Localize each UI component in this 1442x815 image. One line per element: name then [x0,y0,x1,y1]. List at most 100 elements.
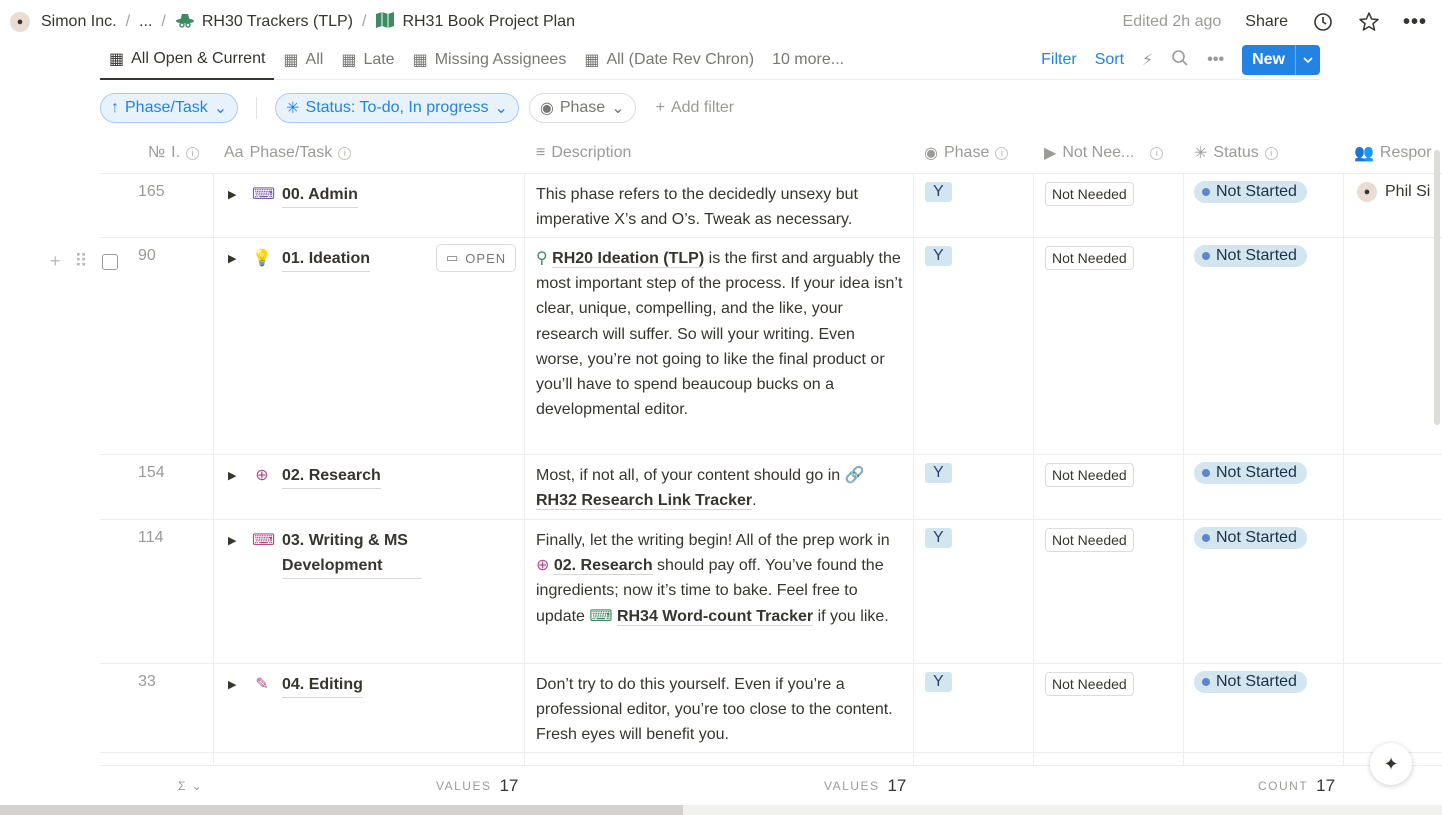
description-cell[interactable]: Most, if not all, of your content should… [525,455,914,519]
task-title[interactable]: 02. Research [282,463,381,489]
task-title[interactable]: 00. Admin [282,182,358,208]
row-select-checkbox[interactable] [101,253,118,270]
task-title[interactable]: 04. Editing [282,672,363,698]
add-row-plus-icon[interactable]: + [50,251,61,272]
breadcrumb-ellipsis[interactable]: ... [139,13,152,31]
responsible-cell[interactable] [1344,520,1442,663]
breadcrumb-workspace[interactable]: ● Simon Inc. [10,12,117,32]
not-needed-button[interactable]: Not Needed [1045,246,1134,270]
share-button[interactable]: Share [1245,13,1288,31]
column-header-status[interactable]: ✳ Status i [1184,133,1278,173]
table-row[interactable] [100,752,1442,765]
description-cell[interactable]: Don’t try to do this yourself. Even if y… [525,664,914,752]
task-cell[interactable]: ▶ ⊕ 02. Research [214,455,525,519]
tab-missing-assignees[interactable]: ▦ Missing Assignees [404,40,576,80]
ai-sparkle-icon[interactable]: ✦ [1370,743,1412,785]
not-needed-button[interactable]: Not Needed [1045,672,1134,696]
search-icon[interactable] [1171,49,1189,72]
column-header-num[interactable]: № I. i [138,133,200,173]
phase-cell[interactable]: Y [914,520,1034,663]
status-cell[interactable]: Not Started [1184,520,1344,663]
task-cell[interactable] [214,753,525,765]
task-cell[interactable]: ▶ ⌨ 03. Writing & MS Development [214,520,525,663]
tab-all[interactable]: ▦ All [274,40,332,80]
tab-all-date-rev-chron[interactable]: ▦ All (Date Rev Chron) [575,40,763,80]
task-title[interactable]: 03. Writing & MS Development [282,528,422,579]
breadcrumb-parent[interactable]: RH30 Trackers (TLP) [175,12,353,33]
page-link[interactable]: RH32 Research Link Tracker [536,492,753,511]
tab-late[interactable]: ▦ Late [332,40,403,80]
view-options-ellipsis-icon[interactable]: ••• [1207,51,1224,69]
description-cell[interactable]: Finally, let the writing begin! All of t… [525,520,914,663]
not-needed-cell[interactable]: Not Needed [1034,520,1184,663]
responsible-cell[interactable] [1344,238,1442,454]
vertical-scrollbar[interactable] [1434,150,1440,425]
not-needed-button[interactable]: Not Needed [1045,528,1134,552]
column-header-not-needed[interactable]: ▶ Not Nee... i [1034,133,1164,173]
page-link[interactable]: 02. Research [553,557,653,576]
expand-toggle-icon[interactable]: ▶ [228,464,242,489]
status-filter-pill[interactable]: ✳ Status: To-do, In progress ⌄ [275,93,519,123]
table-row[interactable]: 90 ▶ 💡 01. Ideation ▭ OPEN ⚲ RH20 Ideati… [100,237,1442,454]
star-icon[interactable] [1358,11,1380,33]
table-row[interactable]: 114 ▶ ⌨ 03. Writing & MS Development Fin… [100,519,1442,663]
phase-cell[interactable]: Y [914,455,1034,519]
task-cell[interactable]: ▶ ✎ 04. Editing [214,664,525,752]
not-needed-cell[interactable]: Not Needed [1034,174,1184,237]
not-needed-button[interactable]: Not Needed [1045,182,1134,206]
horizontal-scrollbar[interactable] [0,805,1442,815]
column-header-task[interactable]: Aa Phase/Task i [214,133,352,173]
clock-icon[interactable] [1312,11,1334,33]
expand-toggle-icon[interactable]: ▶ [228,247,242,272]
phase-cell[interactable]: Y [914,664,1034,752]
lightning-icon[interactable]: ⚡ [1142,50,1153,70]
sort-pill-phase-task[interactable]: ↑ Phase/Task ⌄ [100,93,239,123]
description-cell[interactable]: ⚲ RH20 Ideation (TLP) is the first and a… [525,238,914,454]
description-cell[interactable] [525,753,914,765]
responsible-cell[interactable] [1344,455,1442,519]
not-needed-cell[interactable]: Not Needed [1034,664,1184,752]
expand-toggle-icon[interactable]: ▶ [228,183,242,208]
task-cell[interactable]: ▶ 💡 01. Ideation ▭ OPEN [214,238,525,454]
status-cell[interactable]: Not Started [1184,664,1344,752]
task-title[interactable]: 01. Ideation [282,246,371,272]
page-link[interactable]: RH20 Ideation (TLP) [552,250,705,268]
column-header-phase[interactable]: ◉ Phase i [914,133,1009,173]
status-cell[interactable] [1184,753,1344,765]
ellipsis-icon[interactable]: ••• [1403,11,1426,33]
open-page-button[interactable]: ▭ OPEN [436,244,517,272]
phase-cell[interactable] [914,753,1034,765]
phase-cell[interactable]: Y [914,238,1034,454]
filter-button[interactable]: Filter [1041,51,1077,69]
not-needed-button[interactable]: Not Needed [1045,463,1134,487]
phase-cell[interactable]: Y [914,174,1034,237]
table-row[interactable]: 33 ▶ ✎ 04. Editing Don’t try to do this … [100,663,1442,752]
sum-calculator-icon[interactable]: Σ ⌄ [178,766,203,806]
sort-button[interactable]: Sort [1095,51,1124,69]
responsible-cell[interactable] [1344,664,1442,752]
responsible-cell[interactable]: ● Phil Si [1344,174,1442,237]
count-summary[interactable]: COUNT 17 [1258,766,1335,806]
expand-toggle-icon[interactable]: ▶ [228,673,242,698]
tab-more-views[interactable]: 10 more... [763,40,853,80]
expand-toggle-icon[interactable]: ▶ [228,529,242,554]
table-row[interactable]: 154 ▶ ⊕ 02. Research Most, if not all, o… [100,454,1442,519]
status-cell[interactable]: Not Started [1184,238,1344,454]
table-row[interactable]: 165 ▶ ⌨ 00. Admin This phase refers to t… [100,173,1442,237]
horizontal-scrollbar-thumb[interactable] [0,805,683,815]
column-header-responsible[interactable]: 👥 Respor [1344,133,1432,173]
not-needed-cell[interactable]: Not Needed [1034,455,1184,519]
breadcrumb-current[interactable]: RH31 Book Project Plan [375,11,575,33]
drag-handle-icon[interactable]: ⠿ [75,251,88,272]
add-filter-button[interactable]: + Add filter [646,93,744,123]
not-needed-cell[interactable]: Not Needed [1034,238,1184,454]
description-cell[interactable]: This phase refers to the decidedly unsex… [525,174,914,237]
task-cell[interactable]: ▶ ⌨ 00. Admin [214,174,525,237]
column-header-description[interactable]: ≡ Description [526,133,631,173]
not-needed-cell[interactable] [1034,753,1184,765]
new-button[interactable]: New [1242,45,1320,75]
tab-all-open-current[interactable]: ▦ All Open & Current [100,40,275,80]
phase-filter-pill[interactable]: ◉ Phase ⌄ [528,93,636,123]
status-cell[interactable]: Not Started [1184,174,1344,237]
page-link[interactable]: RH34 Word-count Tracker [616,607,814,626]
